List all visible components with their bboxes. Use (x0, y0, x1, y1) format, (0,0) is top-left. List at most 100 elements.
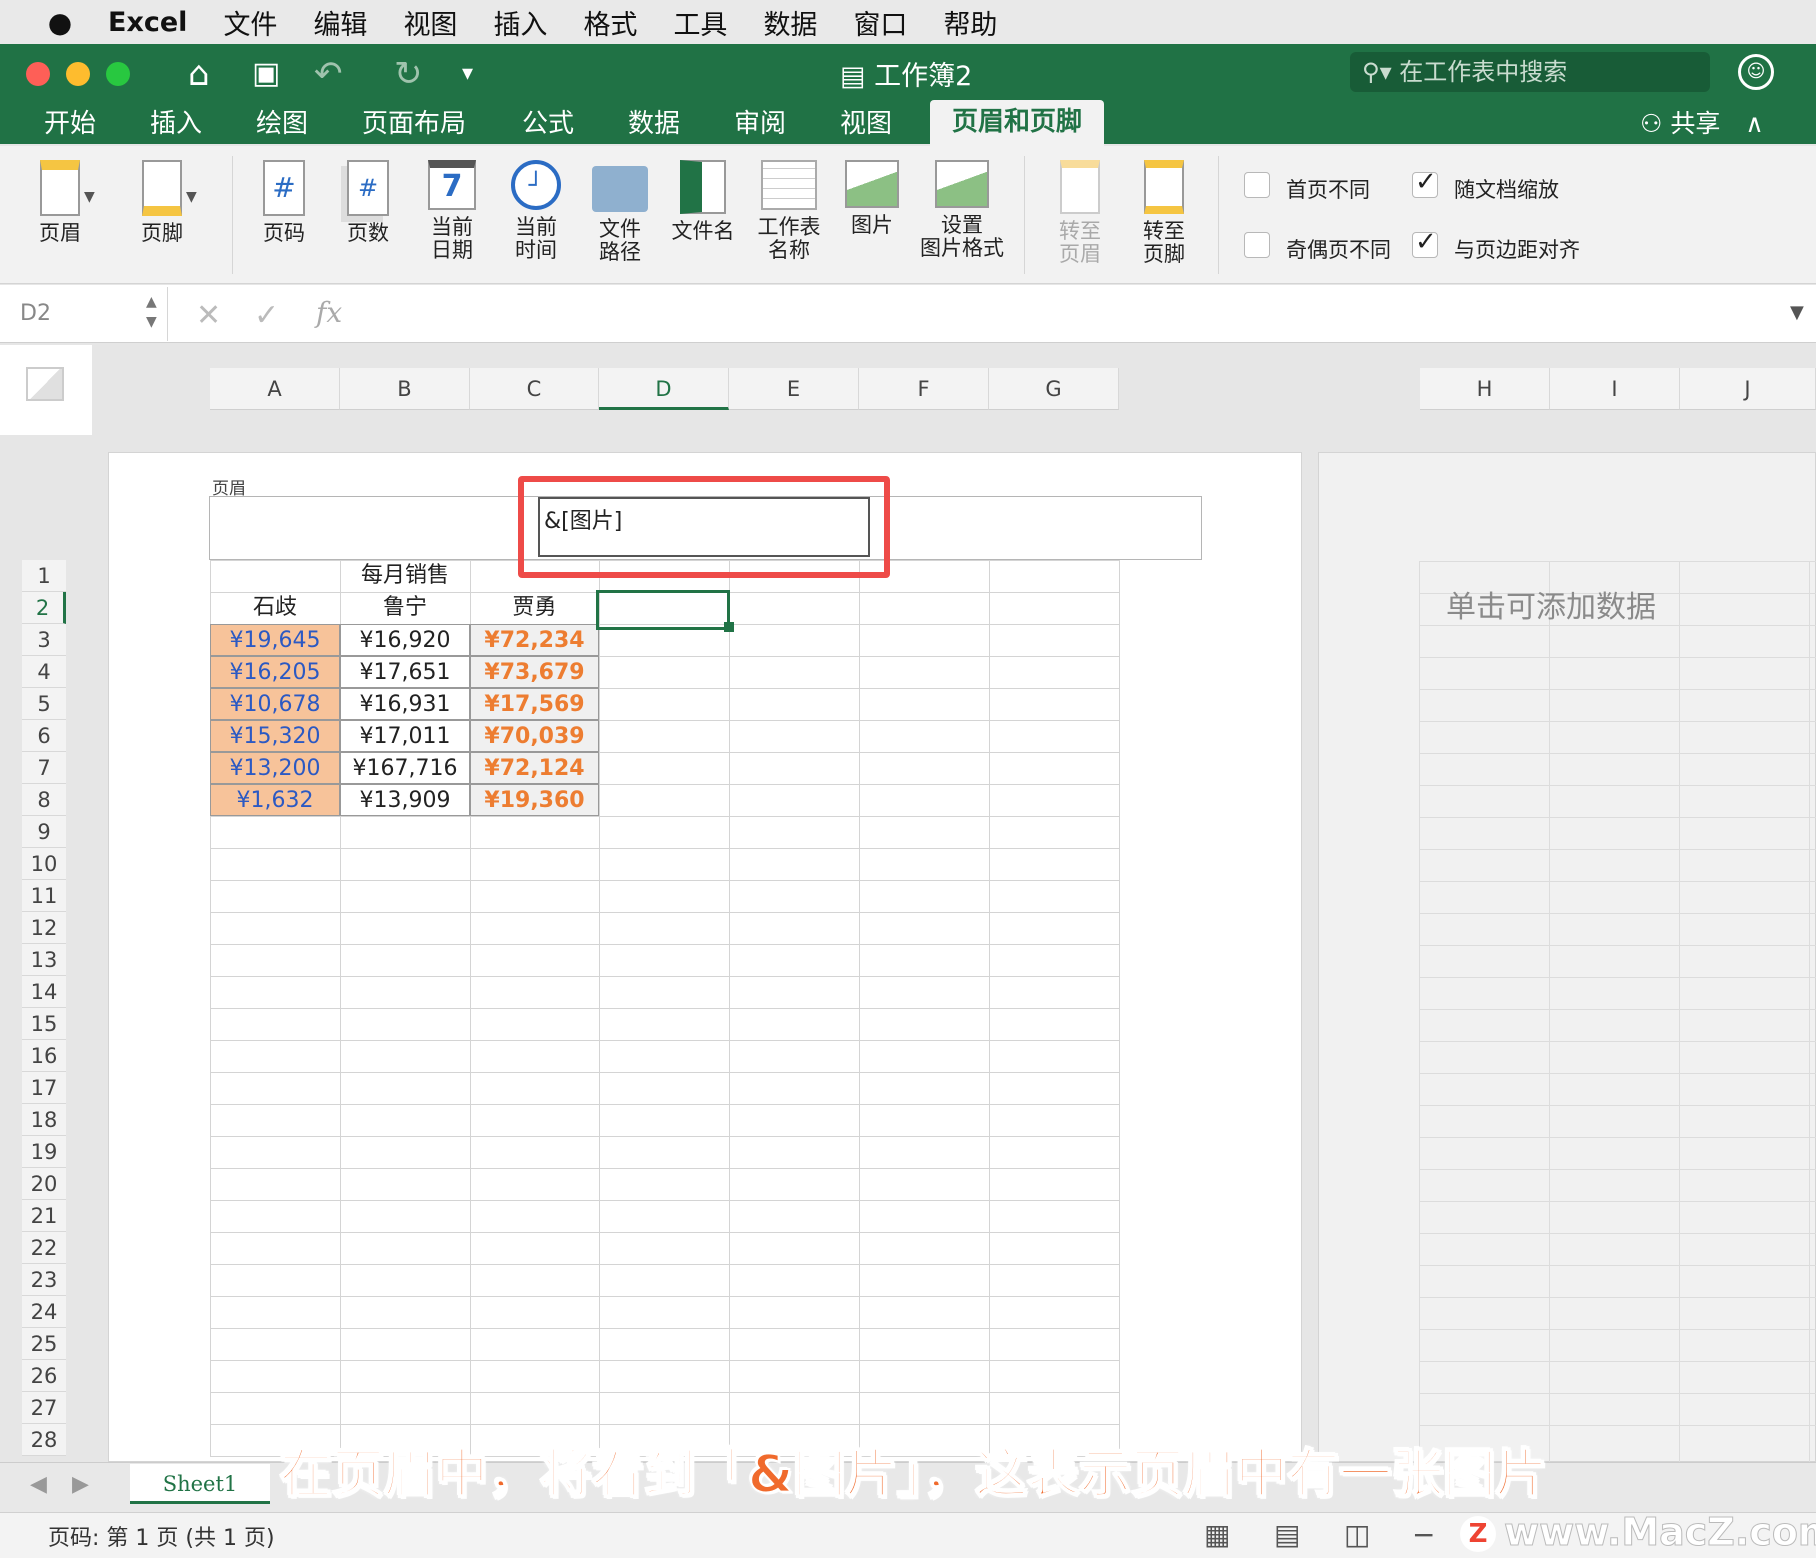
column-header-g[interactable]: G (989, 368, 1119, 410)
prev-sheet-icon[interactable]: ◀ (30, 1472, 47, 1497)
home-icon[interactable]: ⌂ (188, 52, 210, 96)
table-header-cell[interactable]: 贾勇 (470, 592, 599, 624)
feedback-smiley-icon[interactable]: ☺ (1738, 54, 1774, 90)
table-cell[interactable]: ¥167,716 (340, 752, 470, 784)
current-time-button[interactable]: ┘ 当前 时间 (506, 160, 566, 262)
table-cell[interactable]: ¥1,632 (210, 784, 340, 816)
share-button[interactable]: ⚇ 共享 ∧ (1640, 104, 1764, 140)
different-odd-even-checkbox[interactable] (1244, 232, 1270, 258)
active-cell-d2[interactable] (596, 590, 730, 630)
collapse-ribbon-icon[interactable]: ∧ (1720, 109, 1763, 138)
row-header-18[interactable]: 18 (22, 1104, 66, 1136)
formula-input[interactable] (362, 292, 1762, 336)
expand-formula-bar-icon[interactable]: ▼ (1790, 302, 1804, 323)
row-header-13[interactable]: 13 (22, 944, 66, 976)
row-header-17[interactable]: 17 (22, 1072, 66, 1104)
footer-button[interactable]: 页脚 (132, 160, 192, 245)
row-header-24[interactable]: 24 (22, 1296, 66, 1328)
row-header-1[interactable]: 1 (22, 560, 66, 592)
row-header-12[interactable]: 12 (22, 912, 66, 944)
table-cell[interactable]: ¥72,124 (470, 752, 599, 784)
column-header-b[interactable]: B (340, 368, 470, 410)
row-header-7[interactable]: 7 (22, 752, 66, 784)
fill-handle[interactable] (724, 622, 734, 632)
column-header-d[interactable]: D (599, 368, 729, 410)
table-cell[interactable]: ¥72,234 (470, 624, 599, 656)
table-cell[interactable]: ¥73,679 (470, 656, 599, 688)
row-header-28[interactable]: 28 (22, 1424, 66, 1456)
menu-view[interactable]: 视图 (403, 3, 457, 42)
menu-data[interactable]: 数据 (763, 3, 817, 42)
next-sheet-icon[interactable]: ▶ (72, 1472, 89, 1497)
undo-icon[interactable]: ↶ (314, 52, 343, 96)
click-to-add-data-hint[interactable]: 单击可添加数据 (1446, 582, 1656, 626)
row-header-4[interactable]: 4 (22, 656, 66, 688)
align-with-margins-checkbox[interactable]: ✓ (1412, 229, 1438, 258)
row-header-19[interactable]: 19 (22, 1136, 66, 1168)
name-box-stepper-icon[interactable]: ▲ ▼ (146, 292, 157, 332)
table-cell[interactable]: ¥19,360 (470, 784, 599, 816)
minimize-window-button[interactable] (66, 62, 90, 86)
row-header-6[interactable]: 6 (22, 720, 66, 752)
file-path-button[interactable]: 文件 路径 (590, 160, 650, 264)
name-box[interactable]: D2 (0, 287, 168, 341)
goto-footer-button[interactable]: 转至 页脚 (1134, 160, 1194, 266)
row-header-23[interactable]: 23 (22, 1264, 66, 1296)
row-header-2[interactable]: 2 (22, 592, 66, 624)
sheet-tab-sheet1[interactable]: Sheet1 (130, 1464, 270, 1504)
close-window-button[interactable] (26, 62, 50, 86)
table-title[interactable]: 每月销售 (340, 560, 470, 592)
normal-view-icon[interactable]: ▦ (1204, 1518, 1230, 1551)
different-first-page-checkbox[interactable] (1244, 172, 1270, 198)
header-dropdown-icon[interactable]: ▼ (84, 186, 95, 209)
table-cell[interactable]: ¥15,320 (210, 720, 340, 752)
column-header-f[interactable]: F (859, 368, 989, 410)
column-header-a[interactable]: A (210, 368, 340, 410)
select-all-corner[interactable] (0, 345, 92, 435)
row-header-25[interactable]: 25 (22, 1328, 66, 1360)
menu-tools[interactable]: 工具 (673, 3, 727, 42)
tab-formulas[interactable]: 公式 (522, 102, 574, 146)
table-header-cell[interactable]: 鲁宁 (340, 592, 470, 624)
column-header-i[interactable]: I (1550, 368, 1680, 410)
apple-icon[interactable]: ● (40, 6, 80, 39)
scale-with-document-checkbox[interactable]: ✓ (1412, 169, 1438, 198)
tab-draw[interactable]: 绘图 (256, 102, 308, 146)
column-header-h[interactable]: H (1420, 368, 1550, 410)
column-header-c[interactable]: C (470, 368, 599, 410)
table-cell[interactable]: ¥16,931 (340, 688, 470, 720)
row-header-14[interactable]: 14 (22, 976, 66, 1008)
sheet-name-button[interactable]: 工作表 名称 (752, 160, 826, 262)
table-header-cell[interactable]: 石歧 (210, 592, 340, 624)
current-date-button[interactable]: 7 当前 日期 (422, 160, 482, 262)
menu-app-excel[interactable]: Excel (108, 7, 187, 38)
tab-home[interactable]: 开始 (44, 102, 96, 146)
table-cell[interactable]: ¥17,569 (470, 688, 599, 720)
menu-edit[interactable]: 编辑 (313, 3, 367, 42)
row-header-20[interactable]: 20 (22, 1168, 66, 1200)
row-header-15[interactable]: 15 (22, 1008, 66, 1040)
row-header-26[interactable]: 26 (22, 1360, 66, 1392)
redo-icon[interactable]: ↻ (394, 52, 423, 96)
menu-format[interactable]: 格式 (583, 3, 637, 42)
tab-insert[interactable]: 插入 (150, 102, 202, 146)
table-cell[interactable]: ¥10,678 (210, 688, 340, 720)
table-cell[interactable]: ¥17,011 (340, 720, 470, 752)
zoom-out-icon[interactable]: − (1412, 1518, 1435, 1551)
row-header-5[interactable]: 5 (22, 688, 66, 720)
row-header-9[interactable]: 9 (22, 816, 66, 848)
tab-header-footer[interactable]: 页眉和页脚 (930, 100, 1105, 146)
table-cell[interactable]: ¥16,205 (210, 656, 340, 688)
page-count-button[interactable]: # 页数 (338, 160, 398, 245)
row-header-8[interactable]: 8 (22, 784, 66, 816)
search-input[interactable]: ⚲▾ 在工作表中搜索 (1350, 52, 1710, 92)
page-layout-view-icon[interactable]: ▤ (1274, 1518, 1300, 1551)
row-header-3[interactable]: 3 (22, 624, 66, 656)
footer-dropdown-icon[interactable]: ▼ (186, 186, 197, 209)
table-cell[interactable]: ¥19,645 (210, 624, 340, 656)
tab-view[interactable]: 视图 (840, 102, 892, 146)
tab-data[interactable]: 数据 (628, 102, 680, 146)
column-header-j[interactable]: J (1680, 368, 1816, 410)
row-header-16[interactable]: 16 (22, 1040, 66, 1072)
menu-help[interactable]: 帮助 (943, 3, 997, 42)
